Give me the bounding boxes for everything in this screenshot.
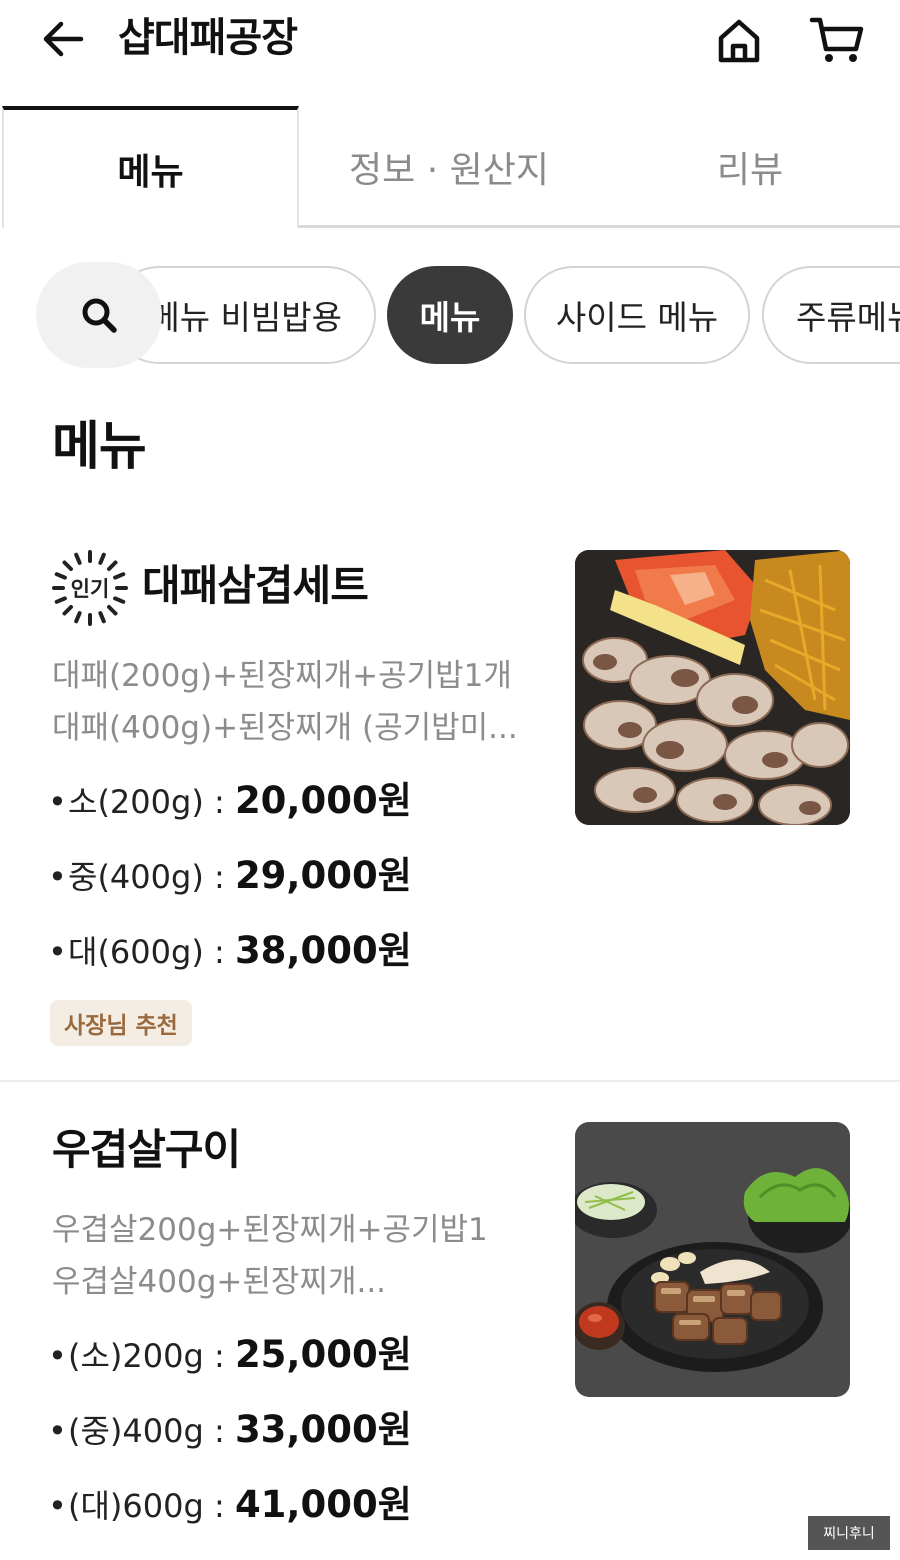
price-option-label: 소(200g) : xyxy=(68,783,235,821)
cart-button[interactable] xyxy=(806,12,868,68)
menu-item-name: 우겹살구이 xyxy=(52,1125,241,1174)
menu-item-photo[interactable] xyxy=(575,1122,850,1397)
menu-item[interactable]: 인기 대패삼겹세트 대패(200g)+된장찌개+공기밥1개 대패(400g)+된… xyxy=(0,530,900,1082)
section-title: 메뉴 xyxy=(52,417,147,477)
menu-search-button[interactable] xyxy=(36,262,162,368)
app-header: 샵대패공장 xyxy=(0,0,900,84)
price-amount: 41,000원 xyxy=(234,1483,412,1526)
price-amount: 25,000원 xyxy=(234,1333,412,1376)
menu-item-description: 우겹살200g+된장찌개+공기밥1 우겹살400g+된장찌개... xyxy=(52,1204,532,1308)
price-option: •대(600g) : 38,000원 xyxy=(48,929,412,972)
tab-info-origin[interactable]: 정보 · 원산지 xyxy=(298,106,600,228)
grilled-pork-plate-photo xyxy=(575,1122,850,1397)
description-line: 우겹살400g+된장찌개... xyxy=(52,1264,387,1300)
owner-recommend-tag: 사장님 추천 xyxy=(50,1000,192,1046)
price-option-label: (소)200g : xyxy=(68,1337,235,1375)
price-amount: 29,000원 xyxy=(234,854,412,897)
chip-drink-menu[interactable]: 주류메뉴 xyxy=(762,266,900,364)
description-line: 대패(200g)+된장찌개+공기밥1개 xyxy=(52,658,512,694)
menu-item-description: 대패(200g)+된장찌개+공기밥1개 대패(400g)+된장찌개 (공기밥미.… xyxy=(52,650,532,754)
watermark: 찌니후니 xyxy=(808,1516,890,1550)
description-line: 우겹살200g+된장찌개+공기밥1 xyxy=(52,1212,488,1248)
search-icon xyxy=(82,298,117,333)
category-chip-bar[interactable]: 메뉴 비빔밥용 메뉴 사이드 메뉴 주류메뉴 xyxy=(0,262,900,368)
menu-item-photo[interactable] xyxy=(575,550,850,825)
price-amount: 20,000원 xyxy=(234,779,412,822)
menu-item-name: 대패삼겹세트 xyxy=(142,561,369,610)
price-option: •중(400g) : 29,000원 xyxy=(48,854,412,897)
home-button[interactable] xyxy=(710,12,768,68)
chip-menu[interactable]: 메뉴 xyxy=(387,266,513,364)
popular-badge-label: 인기 xyxy=(70,577,110,601)
chip-side-menu[interactable]: 사이드 메뉴 xyxy=(524,266,750,364)
home-icon xyxy=(718,19,760,63)
grilled-pork-photo xyxy=(575,550,850,825)
price-option: •(소)200g : 25,000원 xyxy=(48,1333,412,1376)
store-title: 샵대패공장 xyxy=(118,15,298,61)
cart-icon xyxy=(809,17,864,62)
tab-menu[interactable]: 메뉴 xyxy=(2,106,299,228)
price-amount: 33,000원 xyxy=(234,1408,412,1451)
price-amount: 38,000원 xyxy=(234,929,412,972)
price-option: •소(200g) : 20,000원 xyxy=(48,779,412,822)
price-option: •(대)600g : 41,000원 xyxy=(48,1483,412,1526)
price-option-label: (대)600g : xyxy=(68,1487,235,1525)
price-option-label: 대(600g) : xyxy=(68,933,235,971)
price-option-label: (중)400g : xyxy=(68,1412,235,1450)
menu-item[interactable]: 우겹살구이 우겹살200g+된장찌개+공기밥1 우겹살400g+된장찌개... … xyxy=(0,1084,900,1560)
price-option: •(중)400g : 33,000원 xyxy=(48,1408,412,1451)
tab-review[interactable]: 리뷰 xyxy=(600,106,900,228)
arrow-left-icon xyxy=(43,21,84,57)
description-line: 대패(400g)+된장찌개 (공기밥미... xyxy=(52,710,518,746)
back-button[interactable] xyxy=(38,14,88,64)
popular-badge: 인기 xyxy=(50,548,130,628)
price-option-label: 중(400g) : xyxy=(68,858,235,896)
store-tabs: 메뉴 정보 · 원산지 리뷰 xyxy=(0,106,900,228)
